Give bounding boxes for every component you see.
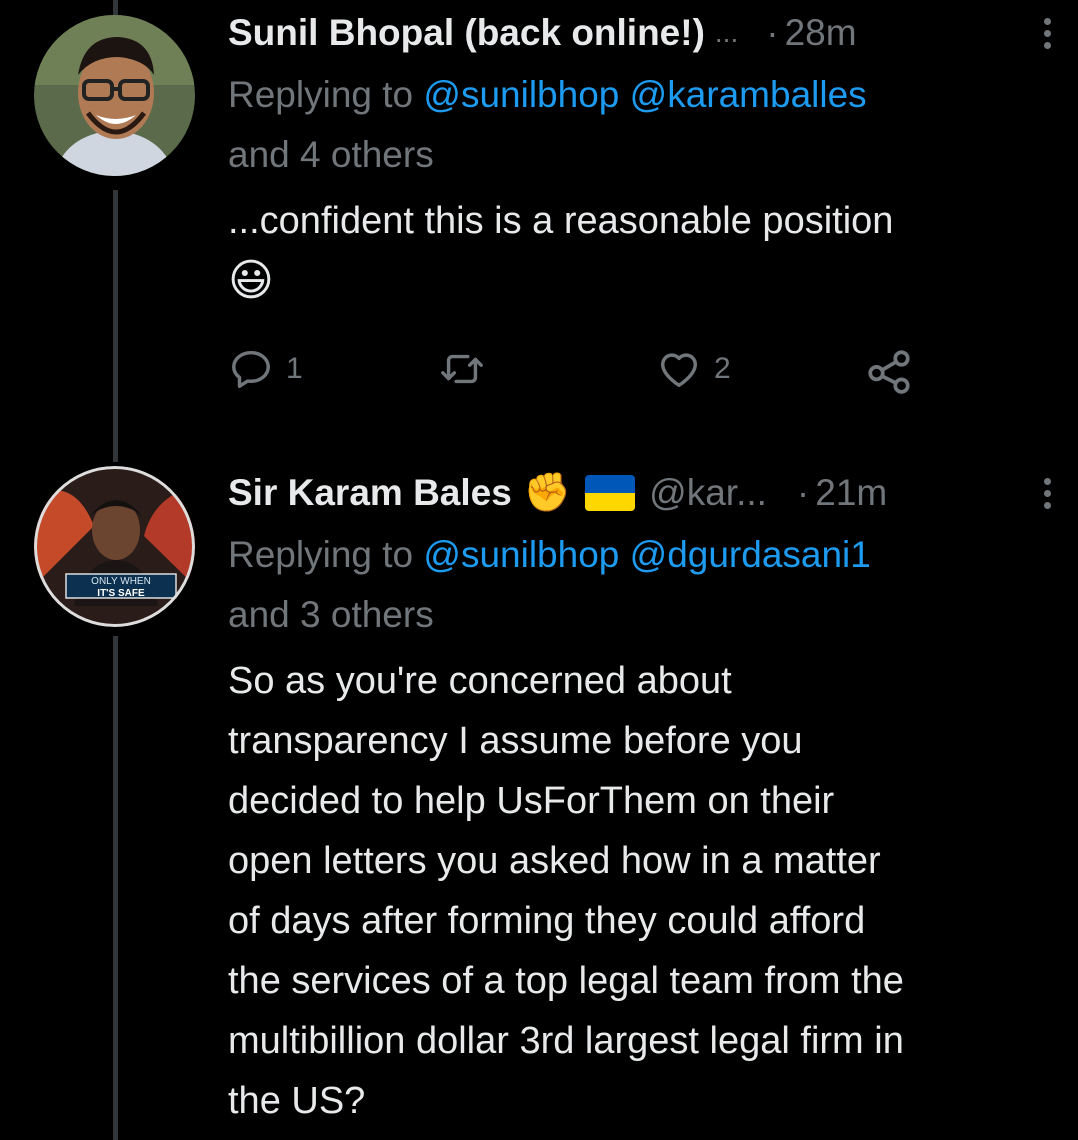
tweet-text-line: the services of a top legal team from th… bbox=[228, 960, 904, 1002]
more-icon[interactable] bbox=[1036, 17, 1058, 49]
replying-prefix: Replying to bbox=[228, 74, 414, 115]
replying-others[interactable]: and 4 others bbox=[228, 125, 1058, 185]
display-name[interactable]: Sunil Bhopal (back online!) bbox=[228, 12, 705, 54]
share-button[interactable] bbox=[864, 346, 914, 396]
tweet-text-line: decided to help UsForThem on their bbox=[228, 780, 835, 822]
tweet-text-line: of days after forming they could afford bbox=[228, 900, 866, 942]
more-icon[interactable] bbox=[1036, 477, 1058, 509]
avatar-sunil[interactable] bbox=[34, 15, 195, 176]
like-icon bbox=[660, 353, 698, 388]
tweet-karam[interactable]: Sir Karam Bales ✊ @kar... · 21m Replying… bbox=[228, 465, 1058, 1131]
reply-button[interactable]: 1 bbox=[228, 346, 303, 392]
tweet-text-line: the US? bbox=[228, 1080, 366, 1122]
like-button[interactable]: 2 bbox=[656, 346, 731, 392]
tweet-text: So as you're concerned about transparenc… bbox=[228, 651, 1058, 1131]
replying-to: Replying to @sunilbhop @dgurdasani1 bbox=[228, 525, 1058, 585]
grinning-face-emoji: 😃 bbox=[228, 256, 274, 305]
replying-to: Replying to @sunilbhop @karamballes bbox=[228, 65, 1058, 125]
tweet-text-line: transparency I assume before you bbox=[228, 720, 803, 762]
reply-icon bbox=[232, 350, 270, 388]
name-truncation: ... bbox=[714, 17, 739, 48]
tweet-header: Sir Karam Bales ✊ @kar... · 21m bbox=[228, 465, 1058, 521]
share-icon bbox=[868, 350, 910, 394]
separator: · bbox=[796, 472, 810, 513]
replying-others[interactable]: and 3 others bbox=[228, 585, 1058, 645]
tweet-text-line: multibillion dollar 3rd largest legal fi… bbox=[228, 1020, 904, 1062]
raised-fist-emoji: ✊ bbox=[523, 472, 572, 514]
avatar-text-1: ONLY WHEN bbox=[91, 576, 151, 587]
tweet-text-line: open letters you asked how in a matter bbox=[228, 840, 881, 882]
handle[interactable]: @kar... bbox=[649, 472, 767, 514]
like-count: 2 bbox=[714, 352, 731, 385]
tweet-sunil[interactable]: Sunil Bhopal (back online!) ... · 28m Re… bbox=[228, 5, 1058, 311]
reply-count: 1 bbox=[286, 352, 303, 385]
timestamp[interactable]: 21m bbox=[815, 472, 887, 514]
tweet-actions: 1 2 bbox=[228, 346, 928, 396]
thread-line-2 bbox=[113, 636, 118, 1140]
retweet-icon bbox=[441, 354, 483, 384]
tweet-text: ...confident this is a reasonable positi… bbox=[228, 200, 894, 242]
replying-handles[interactable]: @sunilbhop @karamballes bbox=[423, 74, 866, 115]
display-name[interactable]: Sir Karam Bales bbox=[228, 472, 512, 514]
tweet-header: Sunil Bhopal (back online!) ... · 28m bbox=[228, 5, 1058, 61]
separator: · bbox=[766, 12, 779, 53]
replying-handles[interactable]: @sunilbhop @dgurdasani1 bbox=[423, 534, 870, 575]
thread-line-1 bbox=[113, 190, 118, 462]
replying-prefix: Replying to bbox=[228, 534, 414, 575]
retweet-button[interactable] bbox=[438, 346, 486, 392]
tweet-text-line: So as you're concerned about bbox=[228, 660, 732, 702]
avatar-karam[interactable]: ONLY WHEN IT'S SAFE bbox=[34, 466, 195, 627]
timestamp[interactable]: 28m bbox=[785, 12, 857, 54]
avatar-text-2: IT'S SAFE bbox=[97, 588, 145, 599]
ukraine-flag-emoji bbox=[585, 475, 636, 511]
